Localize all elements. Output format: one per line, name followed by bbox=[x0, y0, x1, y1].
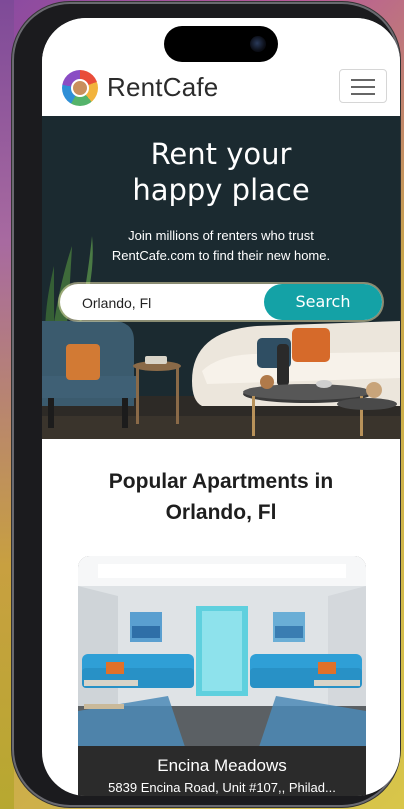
logo-text[interactable]: RentCafe bbox=[107, 72, 218, 103]
hero-title-line2: happy place bbox=[132, 173, 310, 207]
hamburger-menu-icon bbox=[351, 86, 375, 88]
hero-section: Rent your happy place Join millions of r… bbox=[42, 116, 400, 439]
hero-subtitle: Join millions of renters who trust RentC… bbox=[82, 226, 360, 266]
popular-section-title: Popular Apartments in Orlando, Fl bbox=[42, 466, 400, 528]
rentcafe-logo-icon[interactable] bbox=[62, 70, 98, 106]
dynamic-island bbox=[164, 26, 278, 62]
hamburger-menu-icon bbox=[351, 93, 375, 95]
hero-title: Rent your happy place bbox=[42, 136, 400, 208]
listing-name[interactable]: Encina Meadows bbox=[78, 756, 366, 776]
hamburger-menu-icon bbox=[351, 79, 375, 81]
hero-subtitle-line1: Join millions of renters who trust bbox=[128, 228, 314, 243]
search-bar: Search bbox=[60, 284, 382, 322]
popular-title-line1: Popular Apartments in bbox=[108, 470, 334, 493]
phone-frame: RentCafe Rent your happy place Join mill… bbox=[12, 2, 400, 807]
listing-photo bbox=[78, 556, 366, 756]
popular-title-line2: Orlando, Fl bbox=[165, 501, 277, 524]
search-button[interactable]: Search bbox=[264, 284, 382, 320]
hero-title-line1: Rent your bbox=[150, 137, 292, 171]
listing-card[interactable]: Encina Meadows 5839 Encina Road, Unit #1… bbox=[78, 556, 366, 796]
menu-button[interactable] bbox=[339, 69, 387, 103]
hero-subtitle-line2: RentCafe.com to find their new home. bbox=[111, 248, 331, 263]
search-input[interactable] bbox=[80, 284, 254, 322]
camera-icon bbox=[250, 36, 266, 52]
phone-screen: RentCafe Rent your happy place Join mill… bbox=[42, 18, 400, 796]
listing-address: 5839 Encina Road, Unit #107,, Philad... bbox=[108, 780, 336, 795]
